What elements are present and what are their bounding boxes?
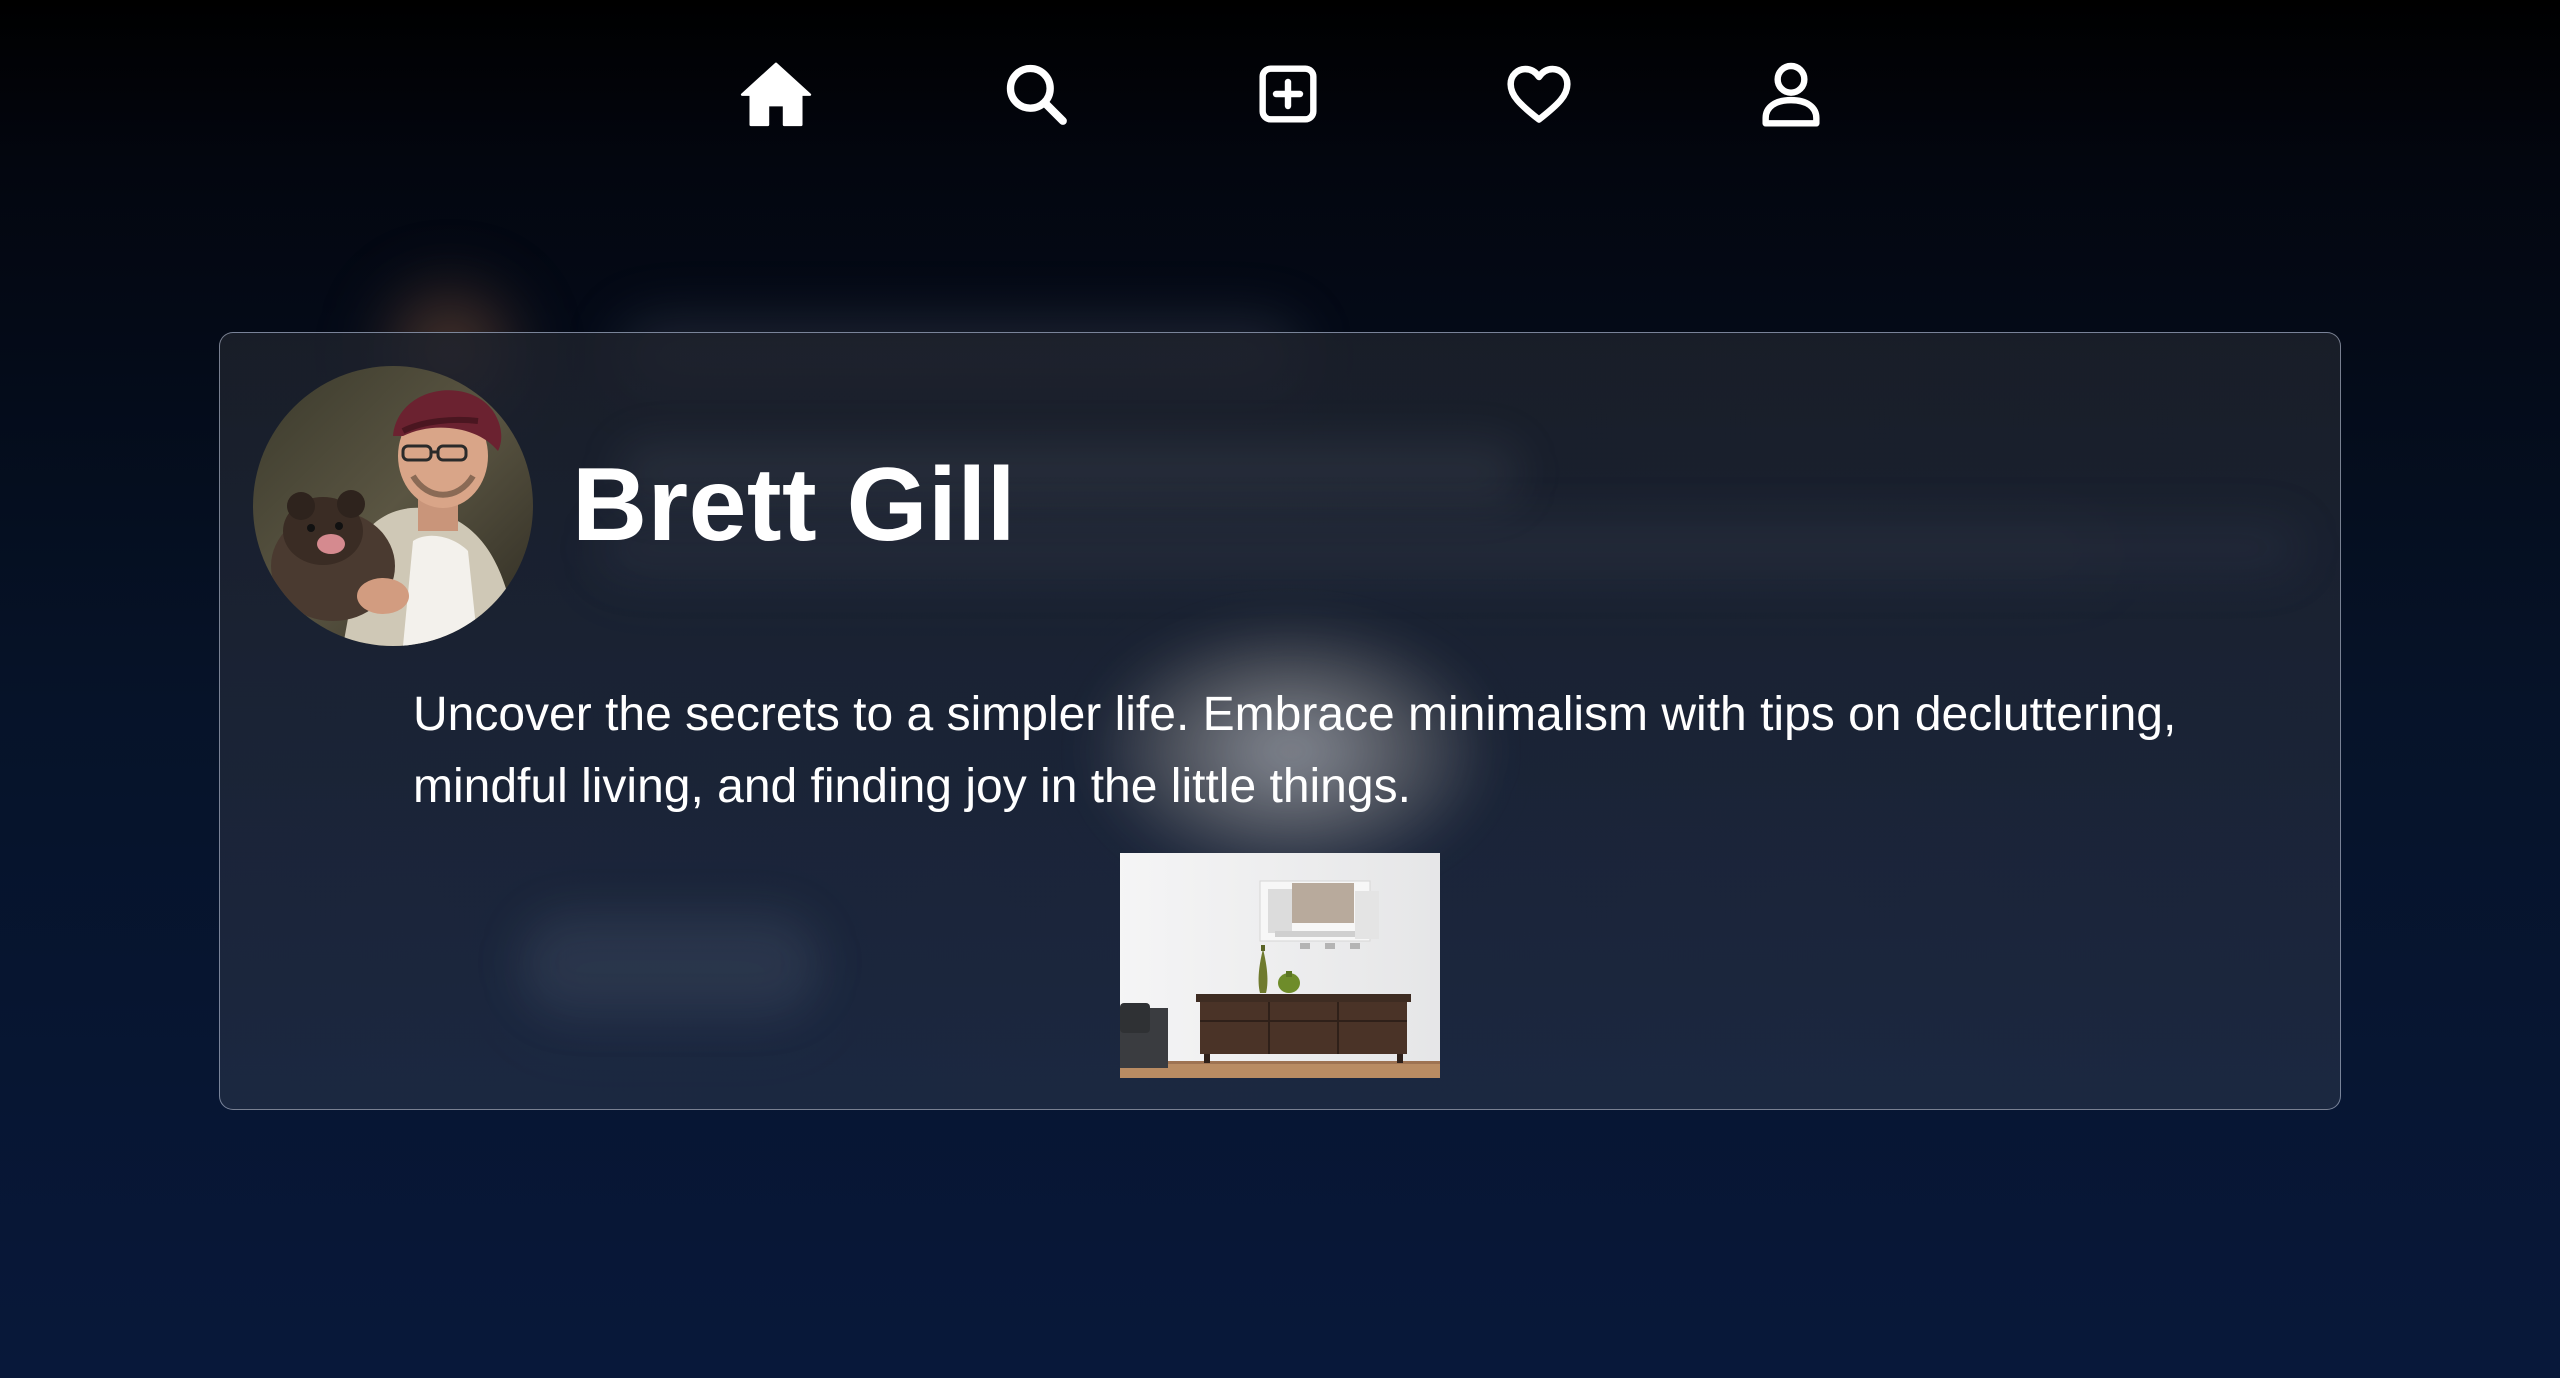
post-image[interactable] [1120,853,1440,1078]
user-icon [1762,62,1820,127]
heart-icon [1507,65,1571,123]
nav-create-button[interactable] [1246,52,1330,136]
nav-likes-button[interactable] [1497,52,1581,136]
avatar-photo [253,366,533,646]
post-text: Uncover the secrets to a simpler life. E… [413,688,2177,813]
home-icon [740,62,812,127]
plus-square-icon [1259,65,1317,123]
top-navigation [0,52,2560,136]
nav-profile-button[interactable] [1749,52,1833,136]
card-blur-dots [520,913,820,1013]
minimalist-interior-photo [1120,853,1440,1078]
avatar[interactable] [253,366,533,646]
nav-home-button[interactable] [734,52,818,136]
nav-search-button[interactable] [994,52,1078,136]
post-card: Brett Gill Uncover the secrets to a simp… [219,332,2341,1110]
author-name[interactable]: Brett Gill [572,445,1016,565]
search-icon [1006,64,1067,125]
